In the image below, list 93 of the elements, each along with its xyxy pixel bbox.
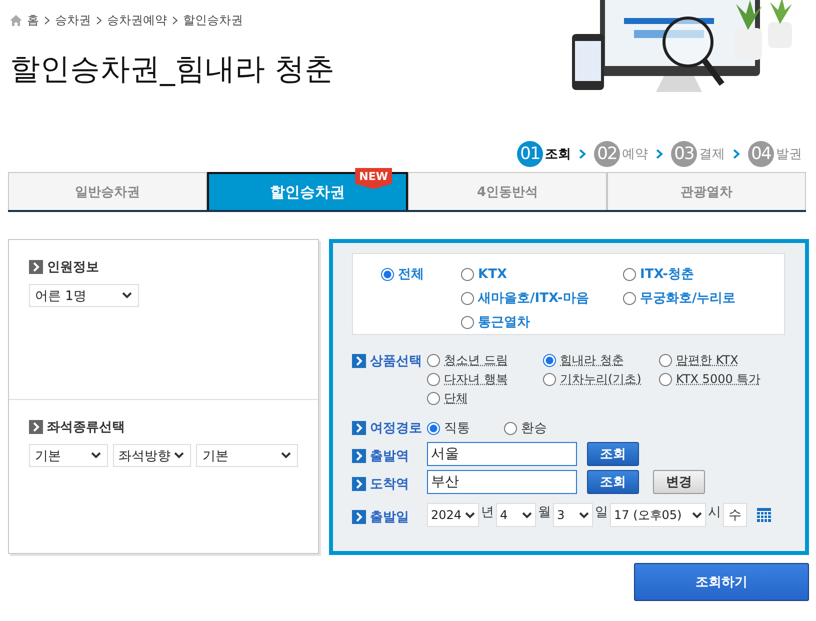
chevron-icon: [352, 421, 366, 435]
radio-button[interactable]: [659, 354, 672, 367]
dropdown[interactable]: 좌석방향: [112, 444, 192, 467]
chevron-icon: [733, 149, 740, 159]
chevron-icon: [96, 16, 102, 25]
radio-button[interactable]: [461, 268, 474, 280]
chevron-icon: [29, 260, 43, 274]
step-number: 03: [671, 141, 697, 167]
step-label: 예약: [622, 146, 648, 163]
radio-label[interactable]: 전체: [398, 265, 424, 283]
step-number: 04: [748, 141, 774, 167]
home-icon: [10, 15, 22, 26]
dropdown[interactable]: 17 (오후05): [610, 503, 706, 527]
radio-label[interactable]: 힘내라 청춘: [560, 352, 624, 369]
radio-button[interactable]: [381, 268, 394, 280]
breadcrumb-link[interactable]: 승차권: [55, 12, 91, 29]
caret-icon: [122, 292, 132, 299]
caret-icon: [90, 452, 101, 459]
weekday-field: 수: [723, 503, 747, 527]
radio-button[interactable]: [427, 392, 440, 405]
caret-icon: [579, 512, 589, 518]
change-button[interactable]: 변경: [653, 470, 705, 494]
field-label: 출발일: [370, 509, 409, 526]
chevron-icon: [44, 16, 50, 25]
breadcrumb-link[interactable]: 승차권예약: [107, 12, 167, 29]
step-number: 02: [594, 141, 620, 167]
dropdown[interactable]: 기본: [196, 444, 298, 467]
radio-button[interactable]: [623, 268, 636, 280]
radio-label[interactable]: 환승: [521, 419, 547, 437]
radio-label[interactable]: 맘편한 KTX: [676, 352, 738, 369]
dropdown[interactable]: 3: [553, 503, 593, 527]
radio-label[interactable]: KTX: [478, 266, 507, 282]
breadcrumb-link[interactable]: 홈: [27, 12, 39, 29]
search-button[interactable]: 조회하기: [634, 563, 809, 601]
unit-label: 일: [595, 504, 608, 521]
radio-label[interactable]: 새마을호/ITX-마음: [478, 289, 589, 307]
radio-button[interactable]: [427, 373, 440, 386]
radio-label[interactable]: 직통: [444, 419, 470, 437]
chevron-icon: [579, 149, 586, 159]
caret-icon: [281, 452, 291, 459]
section-heading: 인원정보: [47, 259, 99, 276]
step-label: 결제: [699, 146, 725, 163]
radio-button[interactable]: [623, 292, 636, 304]
radio-button[interactable]: [427, 354, 440, 367]
radio-label[interactable]: 통근열차: [478, 313, 530, 331]
unit-label: 시: [708, 504, 721, 521]
chevron-icon: [352, 477, 366, 491]
field-label: 여정경로: [370, 420, 422, 437]
field-label: 상품선택: [370, 353, 422, 370]
chevron-icon: [352, 354, 366, 368]
radio-label[interactable]: 청소년 드림: [444, 352, 508, 369]
radio-label[interactable]: 무궁화호/누리로: [640, 289, 736, 307]
input-field[interactable]: 서울: [427, 442, 577, 466]
radio-button[interactable]: [659, 373, 672, 386]
radio-label[interactable]: 다자녀 행복: [444, 371, 508, 388]
section-heading: 좌석종류선택: [47, 419, 125, 436]
breadcrumb-link[interactable]: 할인승차권: [183, 12, 243, 29]
dropdown[interactable]: 4: [496, 503, 536, 527]
chevron-icon: [656, 149, 663, 159]
dropdown[interactable]: 2024: [427, 503, 479, 527]
radio-button[interactable]: [427, 422, 440, 434]
step-label: 조회: [545, 146, 571, 163]
step-number: 01: [517, 141, 543, 167]
chevron-icon: [352, 510, 366, 524]
radio-button[interactable]: [543, 373, 556, 386]
unit-label: 년: [481, 504, 494, 521]
caret-icon: [174, 452, 184, 459]
new-badge: NEW: [355, 168, 392, 189]
chevron-icon: [172, 16, 178, 25]
chevron-icon: [352, 449, 366, 463]
lookup-button[interactable]: 조회: [587, 442, 639, 466]
dropdown[interactable]: 기본: [29, 444, 108, 467]
radio-button[interactable]: [504, 422, 517, 434]
field-label: 출발역: [370, 448, 409, 465]
calendar-icon: [757, 508, 771, 522]
radio-label[interactable]: 단체: [444, 390, 468, 407]
radio-label[interactable]: 기차누리(기초): [560, 371, 642, 388]
step-label: 발권: [776, 146, 802, 163]
caret-icon: [522, 512, 532, 518]
dropdown[interactable]: 어른 1명: [29, 284, 139, 307]
radio-label[interactable]: ITX-청춘: [640, 265, 694, 283]
radio-button[interactable]: [461, 316, 474, 328]
radio-label[interactable]: KTX 5000 특가: [676, 371, 761, 388]
unit-label: 월: [538, 504, 551, 521]
chevron-icon: [29, 420, 43, 434]
input-field[interactable]: 부산: [427, 470, 577, 494]
caret-icon: [465, 512, 475, 518]
caret-icon: [692, 512, 702, 518]
field-label: 도착역: [370, 476, 409, 493]
radio-button[interactable]: [461, 292, 474, 304]
page-title: 할인승차권_힘내라 청춘: [10, 51, 335, 89]
radio-button[interactable]: [543, 354, 556, 367]
lookup-button[interactable]: 조회: [587, 470, 639, 494]
